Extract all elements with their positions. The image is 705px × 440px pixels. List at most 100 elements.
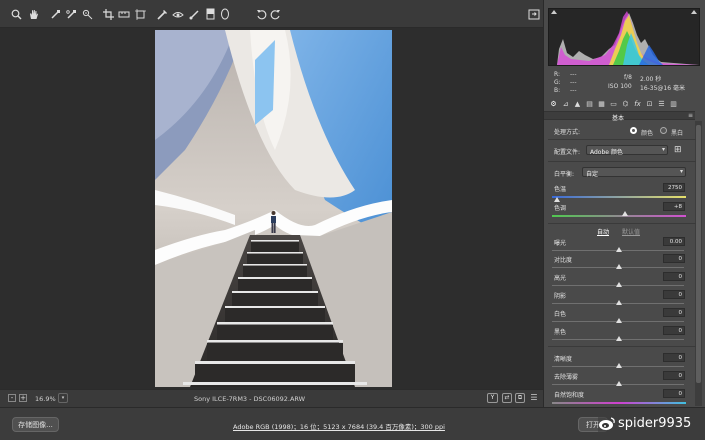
vibrance-slider-track[interactable] (552, 402, 686, 404)
contrast-label: 对比度 (554, 257, 573, 264)
snapshots-tab-icon[interactable]: ▥ (669, 99, 678, 109)
bw-option-label: 黑白 (671, 130, 684, 137)
watermark-text: spider9935 (618, 416, 692, 431)
section-title: 基本 (612, 115, 625, 122)
before-after-swap-icon[interactable]: ⇄ (502, 393, 512, 403)
treatment-label: 处理方式: (554, 129, 581, 136)
hand-icon[interactable] (26, 7, 40, 21)
color-sampler-icon[interactable] (64, 7, 78, 21)
vibrance-input[interactable]: 0 (663, 389, 685, 398)
hsl-tab-icon[interactable]: ▤ (585, 99, 594, 109)
color-radio[interactable] (630, 127, 637, 134)
section-header: 基本 ≡ (544, 111, 695, 122)
highlights-slider-thumb[interactable] (616, 282, 622, 287)
contrast-input[interactable]: 0 (663, 254, 685, 263)
blacks-input[interactable]: 0 (663, 326, 685, 335)
before-after-y-button[interactable]: Y (487, 393, 498, 403)
iso-value: ISO 100 (608, 83, 632, 90)
auto-button[interactable]: 自动 (597, 227, 609, 236)
shadows-slider-thumb[interactable] (616, 300, 622, 305)
fullscreen-icon[interactable] (527, 7, 541, 21)
temp-slider-thumb[interactable] (554, 197, 560, 202)
panel-scrollbar[interactable] (695, 121, 702, 406)
adjustment-brush-icon[interactable] (187, 7, 201, 21)
highlights-input[interactable]: 0 (663, 272, 685, 281)
blacks-label: 黑色 (554, 329, 567, 336)
exposure-slider-thumb[interactable] (616, 247, 622, 252)
spot-removal-icon[interactable] (155, 7, 169, 21)
profile-label: 配置文件: (554, 149, 581, 156)
zoom-out-button[interactable]: - (8, 394, 16, 402)
watermark: spider9935 (598, 411, 692, 436)
zoom-dropdown-icon[interactable]: ▾ (58, 393, 68, 403)
zoom-icon[interactable] (9, 7, 23, 21)
bottom-bar: 存储图像... Adobe RGB (1998)；16 位；5123 x 768… (0, 407, 705, 440)
tint-slider-thumb[interactable] (622, 211, 628, 216)
zoom-in-button[interactable]: + (19, 394, 27, 402)
wb-select[interactable]: 自定 ▾ (582, 167, 686, 178)
crop-icon[interactable] (101, 7, 115, 21)
profile-select[interactable]: Adobe 颜色 ▾ (586, 145, 668, 156)
wb-label: 白平衡: (554, 171, 575, 178)
radial-filter-icon[interactable] (218, 7, 232, 21)
contrast-slider-thumb[interactable] (616, 264, 622, 269)
calibration-tab-icon[interactable]: ⊡ (645, 99, 654, 109)
section-menu-icon[interactable]: ≡ (688, 112, 693, 119)
divider (548, 223, 696, 224)
preview-settings-icon[interactable]: ☰ (529, 393, 539, 403)
shadows-input[interactable]: 0 (663, 290, 685, 299)
lens-value: 16-35@16 毫米 (640, 85, 685, 92)
g-label: G: (554, 79, 561, 86)
blacks-slider-thumb[interactable] (616, 336, 622, 341)
b-value: --- (570, 87, 577, 94)
divider (548, 139, 696, 140)
workflow-options-link[interactable]: Adobe RGB (1998)；16 位；5123 x 7684 (39.4 … (233, 421, 445, 431)
divider (548, 346, 696, 347)
clarity-slider-thumb[interactable] (616, 363, 622, 368)
temp-slider-track[interactable] (552, 196, 686, 198)
straighten-icon[interactable] (117, 7, 131, 21)
tone-curve-tab-icon[interactable]: ⊿ (561, 99, 570, 109)
b-label: B: (554, 87, 561, 94)
rotate-left-icon[interactable] (254, 7, 268, 21)
weibo-logo-icon (599, 416, 615, 430)
dehaze-input[interactable]: 0 (663, 371, 685, 380)
tint-slider-track[interactable] (552, 215, 686, 217)
dehaze-slider-thumb[interactable] (616, 381, 622, 386)
rotate-right-icon[interactable] (268, 7, 282, 21)
clarity-input[interactable]: 0 (663, 353, 685, 362)
whites-input[interactable]: 0 (663, 308, 685, 317)
chevron-down-icon: ▾ (661, 146, 665, 153)
color-option-label: 颜色 (641, 130, 654, 137)
filename-label: Sony ILCE-7RM3 - DSC06092.ARW (194, 395, 306, 403)
zoom-level[interactable]: 16.9% (35, 395, 56, 403)
tint-label: 色调 (554, 205, 567, 212)
scrollbar-thumb[interactable] (696, 125, 701, 383)
whites-slider-thumb[interactable] (616, 318, 622, 323)
save-image-button[interactable]: 存储图像... (12, 417, 59, 432)
default-button[interactable]: 默认值 (622, 227, 640, 236)
wb-value: 自定 (586, 171, 599, 178)
lens-corrections-tab-icon[interactable]: ▭ (609, 99, 618, 109)
copy-settings-icon[interactable]: ⧉ (515, 393, 525, 403)
profile-browser-icon[interactable]: ⊞ (674, 145, 685, 155)
aperture-value: f/8 (624, 74, 632, 81)
split-toning-tab-icon[interactable]: ▦ (597, 99, 606, 109)
exposure-input[interactable]: 0.00 (663, 237, 685, 246)
shutter-value: 2.00 秒 (640, 76, 662, 83)
transform-tab-icon[interactable]: ⌬ (621, 99, 630, 109)
tint-input[interactable]: +8 (663, 202, 685, 211)
detail-tab-icon[interactable]: ▲ (573, 99, 582, 109)
basic-tab-icon[interactable]: ⚙ (549, 99, 558, 109)
effects-tab-icon[interactable]: fx (633, 99, 642, 109)
presets-tab-icon[interactable]: ☰ (657, 99, 666, 109)
target-adjust-icon[interactable] (80, 7, 94, 21)
histogram (548, 8, 700, 66)
white-balance-icon[interactable] (48, 7, 62, 21)
g-value: --- (570, 79, 577, 86)
graduated-filter-icon[interactable] (203, 7, 217, 21)
bw-radio[interactable] (660, 127, 667, 134)
transform-icon[interactable] (133, 7, 147, 21)
temp-input[interactable]: 2750 (663, 183, 685, 192)
red-eye-icon[interactable] (171, 7, 185, 21)
